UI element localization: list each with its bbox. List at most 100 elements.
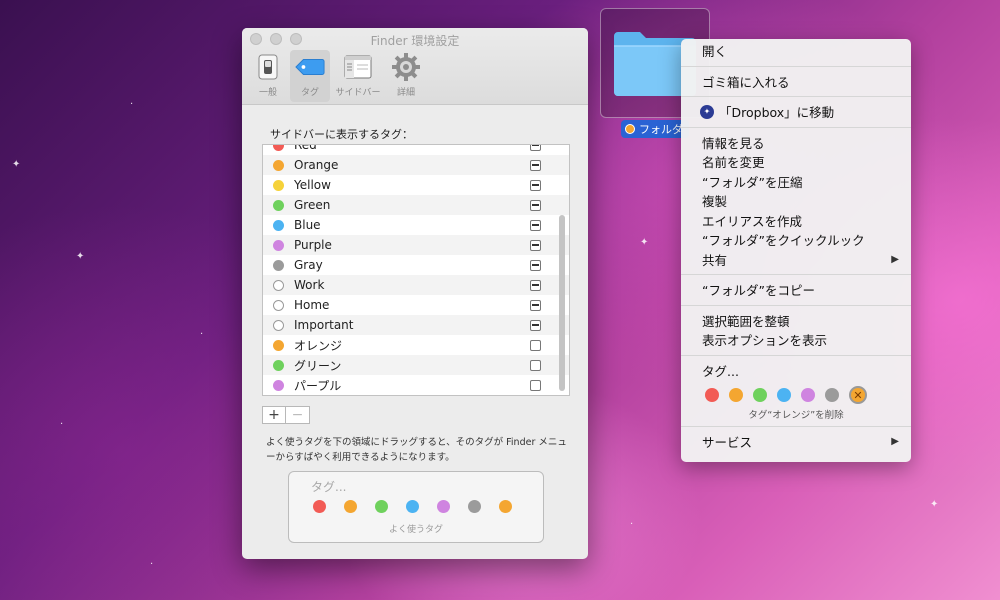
menu-separator: [681, 354, 911, 356]
menu-item-label: “フォルダ”を圧縮: [702, 174, 803, 190]
tag-row[interactable]: Orange: [263, 155, 569, 175]
tag-label: Blue: [294, 218, 321, 232]
tab-advanced[interactable]: 詳細: [386, 50, 426, 102]
favorite-tag-dot[interactable]: [375, 500, 388, 513]
tab-general[interactable]: 一般: [248, 50, 288, 102]
tab-sidebar[interactable]: サイドバー: [332, 50, 384, 102]
menu-tag-dot[interactable]: [705, 388, 719, 402]
tag-color-dot: [273, 199, 284, 211]
tag-label: Red: [294, 144, 317, 152]
remove-tag-icon[interactable]: ✕: [849, 386, 867, 404]
tag-visibility-checkbox[interactable]: [530, 359, 541, 371]
favorite-tag-dot[interactable]: [437, 500, 450, 513]
tag-color-dot: [273, 239, 284, 251]
menu-item[interactable]: 共有 ▶: [681, 250, 911, 270]
menu-tag-dot[interactable]: [729, 388, 743, 402]
add-tag-button[interactable]: +: [262, 406, 286, 424]
tag-visibility-checkbox[interactable]: [530, 319, 541, 331]
tag-row[interactable]: Purple: [263, 235, 569, 255]
favorite-tags-caption: よく使うタグ: [388, 525, 443, 535]
tag-visibility-checkbox[interactable]: [530, 159, 541, 171]
menu-tag-dot[interactable]: [753, 388, 767, 402]
folder-tag-dot: [625, 124, 635, 134]
tag-visibility-checkbox[interactable]: [530, 299, 541, 311]
menu-item[interactable]: ゴミ箱に入れる: [681, 72, 911, 92]
tag-color-dot: [273, 179, 284, 191]
menu-item-label: ゴミ箱に入れる: [702, 74, 790, 90]
dropbox-icon: ✦: [700, 104, 714, 119]
tag-row[interactable]: Gray: [263, 255, 569, 275]
menu-item-label: 複製: [702, 194, 728, 210]
menu-item[interactable]: ✦ 「Dropbox」に移動: [681, 102, 911, 122]
menu-item[interactable]: 表示オプションを表示: [681, 330, 911, 350]
menu-item[interactable]: 開く: [681, 41, 911, 61]
menu-item[interactable]: “フォルダ”をクイックルック: [681, 230, 911, 250]
favorite-tag-dot[interactable]: [406, 500, 419, 513]
tag-color-dot: [273, 219, 284, 231]
tag-row[interactable]: Yellow: [263, 175, 569, 195]
add-remove-controls: + −: [262, 406, 310, 424]
tab-sidebar-label: サイドバー: [335, 88, 381, 98]
menu-item-tags[interactable]: タグ...: [681, 361, 911, 381]
tag-visibility-checkbox[interactable]: [530, 379, 541, 391]
tag-row[interactable]: パープル: [263, 375, 569, 395]
favorite-tag-dot[interactable]: [344, 500, 357, 513]
menu-item-label: 共有: [702, 252, 728, 268]
tag-color-dot: [273, 299, 284, 311]
tag-row[interactable]: Green: [263, 195, 569, 215]
folder-name-label[interactable]: フォルダ: [621, 120, 689, 138]
menu-tag-dot[interactable]: [801, 388, 815, 402]
menu-item[interactable]: 選択範囲を整頓: [681, 311, 911, 331]
favorite-tag-dots: [313, 500, 512, 513]
star: ·: [150, 559, 154, 570]
tag-visibility-checkbox[interactable]: [530, 219, 541, 231]
submenu-arrow-icon: ▶: [891, 436, 899, 448]
preferences-toolbar: 一般 タグ サイドバー 詳細: [248, 50, 426, 102]
menu-tag-dot[interactable]: [825, 388, 839, 402]
favorite-tag-dot[interactable]: [313, 500, 326, 513]
scrollbar[interactable]: [559, 215, 565, 391]
menu-separator: [681, 426, 911, 427]
favorite-tag-dot[interactable]: [499, 500, 512, 513]
menu-item[interactable]: “フォルダ”をコピー: [681, 280, 911, 300]
tag-row[interactable]: Home: [263, 295, 569, 315]
tag-row[interactable]: オレンジ: [263, 335, 569, 355]
menu-item-label: サービス: [702, 435, 753, 451]
tab-general-label: 一般: [258, 88, 277, 98]
menu-item[interactable]: エイリアスを作成: [681, 211, 911, 231]
tag-visibility-checkbox[interactable]: [530, 339, 541, 351]
tag-row[interactable]: Important: [263, 315, 569, 335]
tag-visibility-checkbox[interactable]: [530, 199, 541, 211]
menu-item[interactable]: 名前を変更: [681, 152, 911, 172]
star: ✦: [640, 237, 649, 248]
menu-item[interactable]: “フォルダ”を圧縮: [681, 172, 911, 192]
star: ✦: [76, 251, 85, 262]
tag-row[interactable]: Red: [263, 144, 569, 155]
menu-item[interactable]: 複製: [681, 191, 911, 211]
remove-tag-button[interactable]: −: [286, 406, 310, 424]
tag-visibility-checkbox[interactable]: [530, 145, 541, 151]
star: ✦: [12, 159, 21, 170]
tag-row[interactable]: Work: [263, 275, 569, 295]
favorite-tag-dot[interactable]: [468, 500, 481, 513]
tag-visibility-checkbox[interactable]: [530, 179, 541, 191]
menu-item-services[interactable]: サービス ▶: [681, 432, 911, 452]
tag-list[interactable]: Red Orange Yellow Green Blue Purple Gray Work Ho…: [262, 144, 570, 396]
sidebar-icon: [343, 53, 373, 81]
menu-item-label: “フォルダ”をコピー: [702, 283, 815, 299]
menu-item-label: “フォルダ”をクイックルック: [702, 233, 865, 249]
context-menu: 開くゴミ箱に入れる ✦ 「Dropbox」に移動 情報を見る 名前を変更 “フォルダ”を圧…: [681, 39, 911, 462]
tag-visibility-checkbox[interactable]: [530, 239, 541, 251]
star: ·: [200, 329, 204, 340]
menu-separator: [681, 126, 911, 128]
menu-tag-dot[interactable]: [777, 388, 791, 402]
tag-visibility-checkbox[interactable]: [530, 259, 541, 271]
favorite-tags-area[interactable]: タグ... よく使うタグ: [288, 471, 544, 543]
tag-color-dot: [273, 359, 284, 371]
menu-item[interactable]: 情報を見る: [681, 133, 911, 153]
tag-row[interactable]: グリーン: [263, 355, 569, 375]
tab-tags[interactable]: タグ: [290, 50, 330, 102]
tag-row[interactable]: Blue: [263, 215, 569, 235]
tag-visibility-checkbox[interactable]: [530, 279, 541, 291]
menu-separator: [681, 96, 911, 97]
